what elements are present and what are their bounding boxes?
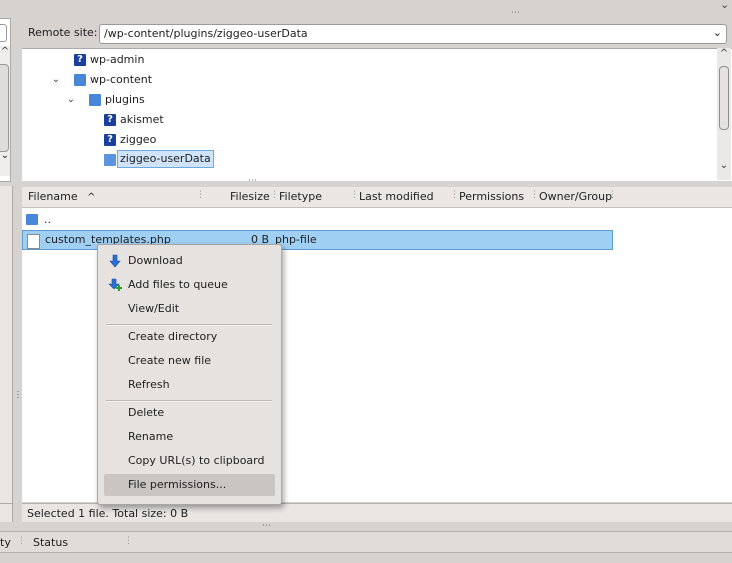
column-separator[interactable]: ⋮ (530, 190, 539, 200)
menu-item-delete[interactable]: Delete (104, 402, 275, 424)
column-separator[interactable]: ⋮ (196, 190, 205, 200)
column-separator[interactable]: ⋮ (350, 190, 359, 200)
download-arrow-icon (109, 254, 121, 268)
menu-item-create-directory[interactable]: Create directory (104, 326, 275, 348)
menu-item-add-to-queue[interactable]: Add files to queue (104, 274, 275, 296)
splitter-handle[interactable]: ⋯ (248, 177, 258, 186)
context-menu: Download Add files to queue View/Edit Cr… (97, 244, 282, 505)
menu-item-create-file[interactable]: Create new file (104, 350, 275, 372)
local-status-frame (0, 503, 13, 522)
column-separator[interactable]: ⋮ (450, 190, 459, 200)
menu-item-copy-url[interactable]: Copy URL(s) to clipboard (104, 450, 275, 472)
column-priority[interactable]: ty (0, 536, 11, 549)
vertical-splitter[interactable]: ⋯ (12, 390, 22, 400)
local-site-combo[interactable] (0, 24, 7, 42)
column-status[interactable]: Status (33, 536, 68, 549)
menu-item-rename[interactable]: Rename (104, 426, 275, 448)
splitter-handle[interactable]: ⋯ (262, 522, 272, 531)
file-icon (27, 234, 40, 249)
sort-ascending-icon: ^ (87, 192, 96, 203)
column-separator[interactable]: ⋮ (124, 536, 133, 546)
expand-chevron-icon[interactable]: ⌄ (65, 91, 77, 109)
column-owner-group[interactable]: Owner/Group (539, 190, 612, 203)
remote-tree-scrollbar[interactable]: ^ ⌄ (717, 48, 731, 180)
scroll-up-icon[interactable]: ^ (0, 46, 10, 57)
column-permissions[interactable]: Permissions (459, 190, 524, 203)
folder-icon (26, 214, 38, 225)
column-filetype[interactable]: Filetype (279, 190, 322, 203)
remote-site-path: /wp-content/plugins/ziggeo-userData (104, 27, 308, 40)
column-filename[interactable]: Filename ^ (28, 190, 96, 203)
column-separator[interactable]: ⋮ (17, 536, 26, 546)
folder-open-icon (104, 154, 116, 166)
scroll-down-icon[interactable]: ⌄ (717, 160, 731, 171)
local-tree-scroll-thumb[interactable] (0, 64, 9, 152)
queue-header: ty ⋮ Status ⋮ (0, 531, 732, 553)
remote-site-combo[interactable]: /wp-content/plugins/ziggeo-userData ⌄ (99, 24, 727, 44)
file-list-status: Selected 1 file. Total size: 0 B (22, 503, 732, 522)
question-icon: ? (104, 114, 116, 126)
remote-site-label: Remote site: (28, 26, 98, 39)
expand-chevron-icon[interactable]: ⌄ (50, 71, 62, 89)
column-last-modified[interactable]: Last modified (359, 190, 434, 203)
local-list-frame (0, 186, 13, 521)
folder-icon (74, 74, 86, 86)
collapse-chevron-icon[interactable]: ⌄ (720, 0, 729, 11)
menu-item-refresh[interactable]: Refresh (104, 374, 275, 396)
menu-item-download[interactable]: Download (104, 250, 275, 272)
menu-item-file-permissions[interactable]: File permissions... (104, 474, 275, 496)
question-icon: ? (74, 54, 86, 66)
scroll-down-icon[interactable]: ⌄ (0, 150, 10, 161)
remote-tree-scroll-thumb[interactable] (719, 66, 729, 130)
chevron-down-icon[interactable]: ⌄ (713, 26, 722, 39)
column-filesize[interactable]: Filesize (230, 190, 270, 203)
list-item-parent-dir[interactable]: .. (22, 211, 222, 229)
menu-item-view-edit[interactable]: View/Edit (104, 298, 275, 320)
remote-tree[interactable]: ? wp-admin ⌄ wp-content ⌄ plugins ? akis… (22, 48, 732, 181)
folder-icon (89, 94, 101, 106)
splitter-handle[interactable]: ⋯ (511, 9, 521, 18)
column-separator[interactable]: ⋮ (608, 190, 617, 200)
scroll-up-icon[interactable]: ^ (717, 48, 731, 59)
file-list-header: Filename ^ ⋮ Filesize ⋮ Filetype ⋮ Last … (22, 187, 732, 208)
question-icon: ? (104, 134, 116, 146)
add-queue-icon (108, 278, 122, 291)
column-separator[interactable]: ⋮ (270, 190, 279, 200)
